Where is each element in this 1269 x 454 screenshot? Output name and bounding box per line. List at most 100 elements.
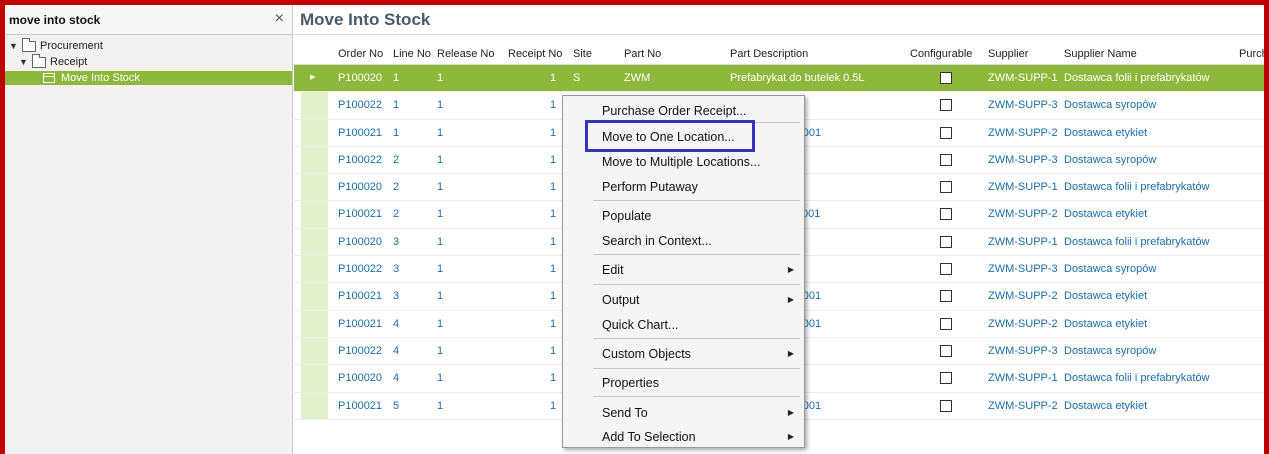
cell-line[interactable]: 4 [393,365,399,391]
column-header-part-no[interactable]: Part No [624,43,661,65]
column-header-order-no[interactable]: Order No [338,43,383,65]
cell-order[interactable]: P100022 [338,92,382,118]
menu-item-search-in-context[interactable]: Search in Context... [563,230,804,252]
row-selector[interactable] [301,146,328,174]
cell-order[interactable]: P100021 [338,283,382,309]
row-selector[interactable] [301,310,328,337]
cell-release[interactable]: 1 [437,174,443,200]
row-selector[interactable] [301,365,328,392]
cell-release[interactable]: 1 [437,201,443,227]
cell-release[interactable]: 1 [437,365,443,391]
cell-receipt[interactable]: 1 [550,338,556,364]
cell-supplier[interactable]: ZWM-SUPP-3 [988,256,1058,282]
cell-release[interactable]: 1 [437,283,443,309]
menu-item-custom-objects[interactable]: Custom Objects ▶ [563,343,804,365]
cell-supplier-name[interactable]: Dostawca folii i prefabrykatów [1064,229,1210,255]
cell-order[interactable]: P100020 [338,65,382,91]
cell-order[interactable]: P100020 [338,229,382,255]
configurable-checkbox[interactable] [940,290,952,303]
column-header-supplier[interactable]: Supplier [988,43,1028,65]
row-selector[interactable] [301,392,328,419]
column-header-part-description[interactable]: Part Description [730,43,808,65]
cell-release[interactable]: 1 [437,393,443,419]
cell-supplier[interactable]: ZWM-SUPP-3 [988,92,1058,118]
cell-supplier[interactable]: ZWM-SUPP-1 [988,65,1058,91]
column-header-receipt-no[interactable]: Receipt No [508,43,562,65]
menu-item-properties[interactable]: Properties [563,372,804,394]
cell-supplier[interactable]: ZWM-SUPP-2 [988,311,1058,337]
cell-receipt[interactable]: 1 [550,229,556,255]
configurable-checkbox[interactable] [940,317,952,330]
menu-item-move-to-multiple-locations[interactable]: Move to Multiple Locations... [563,151,804,173]
cell-line[interactable]: 2 [393,147,399,173]
menu-item-send-to[interactable]: Send To ▶ [563,402,804,424]
cell-order[interactable]: P100022 [338,338,382,364]
cell-supplier-name[interactable]: Dostawca folii i prefabrykatów [1064,65,1210,91]
menu-item-edit[interactable]: Edit ▶ [563,259,804,281]
tree-item-receipt[interactable]: ▼ Receipt [5,53,292,69]
configurable-checkbox[interactable] [940,181,952,194]
menu-item-add-to-selection[interactable]: Add To Selection ▶ [563,426,804,448]
cell-receipt[interactable]: 1 [550,393,556,419]
cell-supplier[interactable]: ZWM-SUPP-1 [988,229,1058,255]
cell-order[interactable]: P100020 [338,174,382,200]
cell-receipt[interactable]: 1 [550,365,556,391]
configurable-checkbox[interactable] [940,153,952,166]
cell-line[interactable]: 5 [393,393,399,419]
cell-order[interactable]: P100020 [338,365,382,391]
configurable-checkbox[interactable] [940,208,952,221]
cell-supplier[interactable]: ZWM-SUPP-1 [988,365,1058,391]
configurable-checkbox[interactable] [940,235,952,248]
cell-supplier-name[interactable]: Dostawca syropów [1064,92,1156,118]
cell-release[interactable]: 1 [437,147,443,173]
cell-supplier[interactable]: ZWM-SUPP-2 [988,393,1058,419]
cell-order[interactable]: P100021 [338,311,382,337]
navigator-search-input[interactable] [9,11,259,29]
cell-supplier-name[interactable]: Dostawca syropów [1064,256,1156,282]
cell-site[interactable]: S [573,65,580,91]
tree-item-move-into-stock[interactable]: Move Into Stock [5,71,292,85]
menu-item-quick-chart[interactable]: Quick Chart... [563,314,804,336]
cell-release[interactable]: 1 [437,311,443,337]
cell-supplier-name[interactable]: Dostawca etykiet [1064,393,1147,419]
configurable-checkbox[interactable] [940,399,952,412]
cell-release[interactable]: 1 [437,338,443,364]
cell-supplier[interactable]: ZWM-SUPP-3 [988,338,1058,364]
cell-order[interactable]: P100022 [338,256,382,282]
cell-line[interactable]: 2 [393,201,399,227]
row-selector[interactable] [301,119,328,146]
column-header-configurable[interactable]: Configurable [910,43,972,65]
cell-order[interactable]: P100021 [338,120,382,146]
configurable-checkbox[interactable] [940,263,952,276]
cell-order[interactable]: P100022 [338,147,382,173]
cell-supplier-name[interactable]: Dostawca syropów [1064,147,1156,173]
row-selector[interactable] [301,337,328,365]
configurable-checkbox[interactable] [940,99,952,112]
cell-supplier[interactable]: ZWM-SUPP-2 [988,120,1058,146]
cell-line[interactable]: 3 [393,283,399,309]
tree-item-procurement[interactable]: ▼ Procurement [5,37,292,53]
expand-arrow-icon[interactable]: ▼ [19,57,29,67]
cell-line[interactable]: 1 [393,92,399,118]
cell-desc[interactable]: Prefabrykat do butelek 0.5L [730,65,865,91]
cell-line[interactable]: 3 [393,256,399,282]
cell-order[interactable]: P100021 [338,201,382,227]
cell-supplier[interactable]: ZWM-SUPP-2 [988,201,1058,227]
cell-line[interactable]: 1 [393,65,399,91]
cell-receipt[interactable]: 1 [550,201,556,227]
column-header-supplier-name[interactable]: Supplier Name [1064,43,1137,65]
cell-line[interactable]: 4 [393,311,399,337]
row-selector[interactable] [301,283,328,310]
column-header-line-no[interactable]: Line No [393,43,431,65]
close-icon[interactable]: × [275,10,284,28]
cell-receipt[interactable]: 1 [550,65,556,91]
row-selector[interactable] [301,174,328,201]
cell-supplier-name[interactable]: Dostawca etykiet [1064,201,1147,227]
cell-supplier[interactable]: ZWM-SUPP-2 [988,283,1058,309]
menu-item-purchase-order-receipt[interactable]: Purchase Order Receipt... [563,100,804,122]
configurable-checkbox[interactable] [940,344,952,357]
cell-release[interactable]: 1 [437,120,443,146]
cell-receipt[interactable]: 1 [550,256,556,282]
cell-order[interactable]: P100021 [338,393,382,419]
cell-supplier-name[interactable]: Dostawca etykiet [1064,311,1147,337]
